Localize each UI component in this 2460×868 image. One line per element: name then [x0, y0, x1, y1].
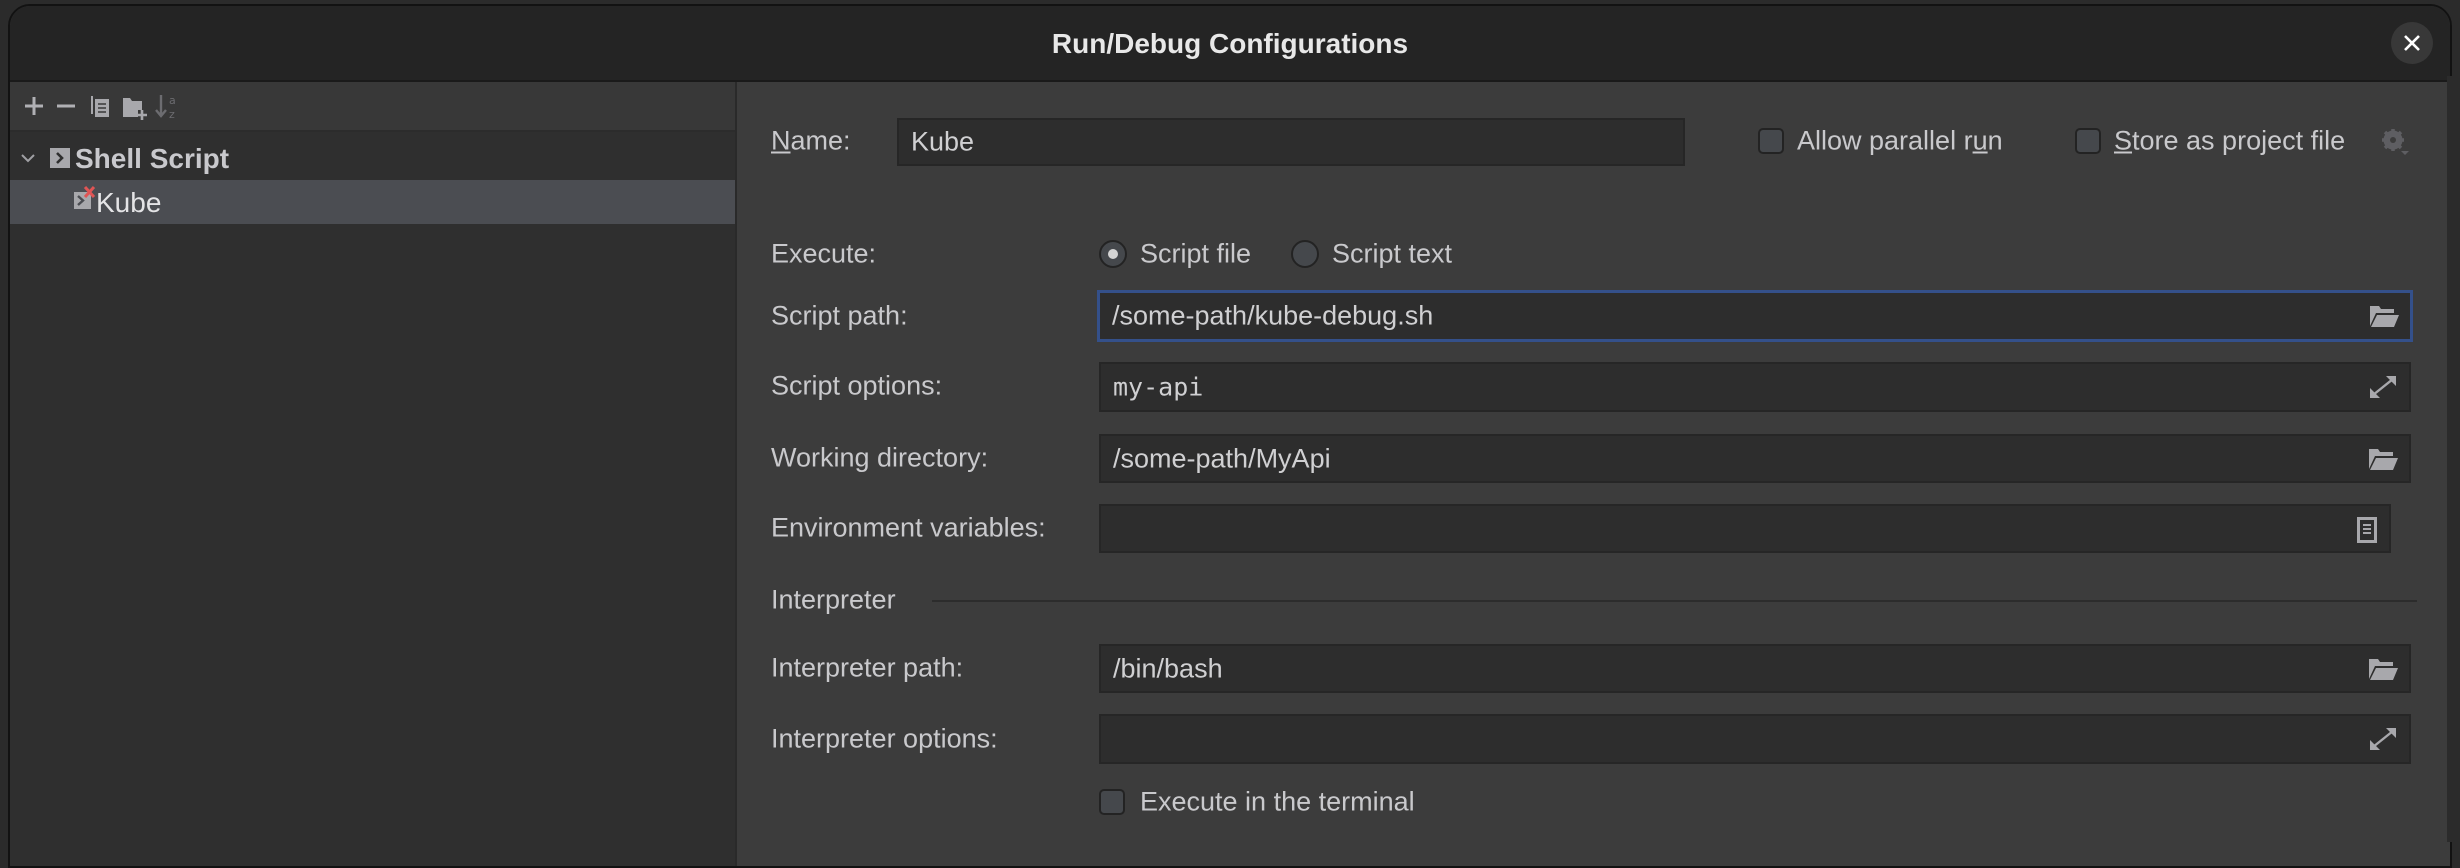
- chevron-down-icon[interactable]: [18, 148, 38, 168]
- interpreter-options-label: Interpreter options:: [771, 723, 998, 754]
- expand-icon[interactable]: [2367, 725, 2399, 753]
- script-options-input[interactable]: my-api: [1099, 362, 2411, 412]
- svg-text:a: a: [169, 94, 176, 107]
- script-text-label: Script text: [1332, 238, 1453, 269]
- script-file-radio[interactable]: [1099, 240, 1127, 268]
- execute-label: Execute:: [771, 238, 877, 269]
- working-directory-label: Working directory:: [771, 442, 989, 473]
- interpreter-path-input[interactable]: /bin/bash: [1099, 644, 2411, 693]
- section-divider: [932, 600, 2417, 602]
- copy-icon[interactable]: [84, 90, 116, 122]
- name-input[interactable]: Kube: [897, 118, 1685, 166]
- title-bar: Run/Debug Configurations: [10, 6, 2450, 82]
- execute-in-terminal-checkbox[interactable]: [1099, 789, 1125, 815]
- shell-script-icon: [50, 148, 70, 168]
- store-as-project-file-checkbox[interactable]: [2075, 128, 2101, 154]
- expand-icon[interactable]: [2367, 373, 2399, 401]
- new-folder-icon[interactable]: [118, 90, 150, 122]
- store-as-project-file-label: Store as project file: [2114, 125, 2346, 156]
- allow-parallel-run-checkbox[interactable]: [1758, 128, 1784, 154]
- folder-open-icon[interactable]: [2367, 655, 2399, 683]
- folder-open-icon[interactable]: [2368, 302, 2400, 330]
- environment-variables-input[interactable]: [1099, 504, 2391, 553]
- execute-in-terminal-label: Execute in the terminal: [1140, 786, 1415, 817]
- plus-icon[interactable]: [18, 90, 50, 122]
- dialog-title: Run/Debug Configurations: [1051, 28, 1409, 59]
- folder-open-icon[interactable]: [2367, 445, 2399, 473]
- tree-toolbar: az: [10, 82, 735, 132]
- script-path-label: Script path:: [771, 300, 908, 331]
- tree-group-shell-script[interactable]: Shell Script: [10, 136, 735, 180]
- minus-icon[interactable]: [50, 90, 82, 122]
- interpreter-path-label: Interpreter path:: [771, 652, 964, 683]
- interpreter-options-input[interactable]: [1099, 714, 2411, 764]
- svg-text:z: z: [169, 108, 175, 121]
- allow-parallel-run-label: Allow parallel run: [1797, 125, 2003, 156]
- configuration-tree-panel: az Shell Script Kube: [10, 82, 737, 866]
- tree-group-label: Shell Script: [75, 143, 230, 174]
- gear-icon[interactable]: [2380, 127, 2410, 157]
- script-options-label: Script options:: [771, 370, 943, 401]
- working-directory-input[interactable]: /some-path/MyApi: [1099, 434, 2411, 483]
- name-label: Name:: [771, 125, 851, 156]
- script-text-radio[interactable]: [1291, 240, 1319, 268]
- sort-alpha-icon[interactable]: az: [152, 90, 184, 122]
- document-list-icon[interactable]: [2355, 515, 2379, 543]
- close-icon: [2404, 35, 2420, 51]
- environment-variables-label: Environment variables:: [771, 512, 1046, 543]
- tree-item-kube[interactable]: Kube: [10, 180, 735, 224]
- script-path-input[interactable]: /some-path/kube-debug.sh: [1097, 290, 2413, 342]
- window-edge: [2447, 76, 2460, 842]
- script-file-label: Script file: [1140, 238, 1252, 269]
- close-button[interactable]: [2391, 22, 2433, 64]
- interpreter-section-title: Interpreter: [771, 584, 896, 615]
- tree-item-label: Kube: [96, 187, 162, 218]
